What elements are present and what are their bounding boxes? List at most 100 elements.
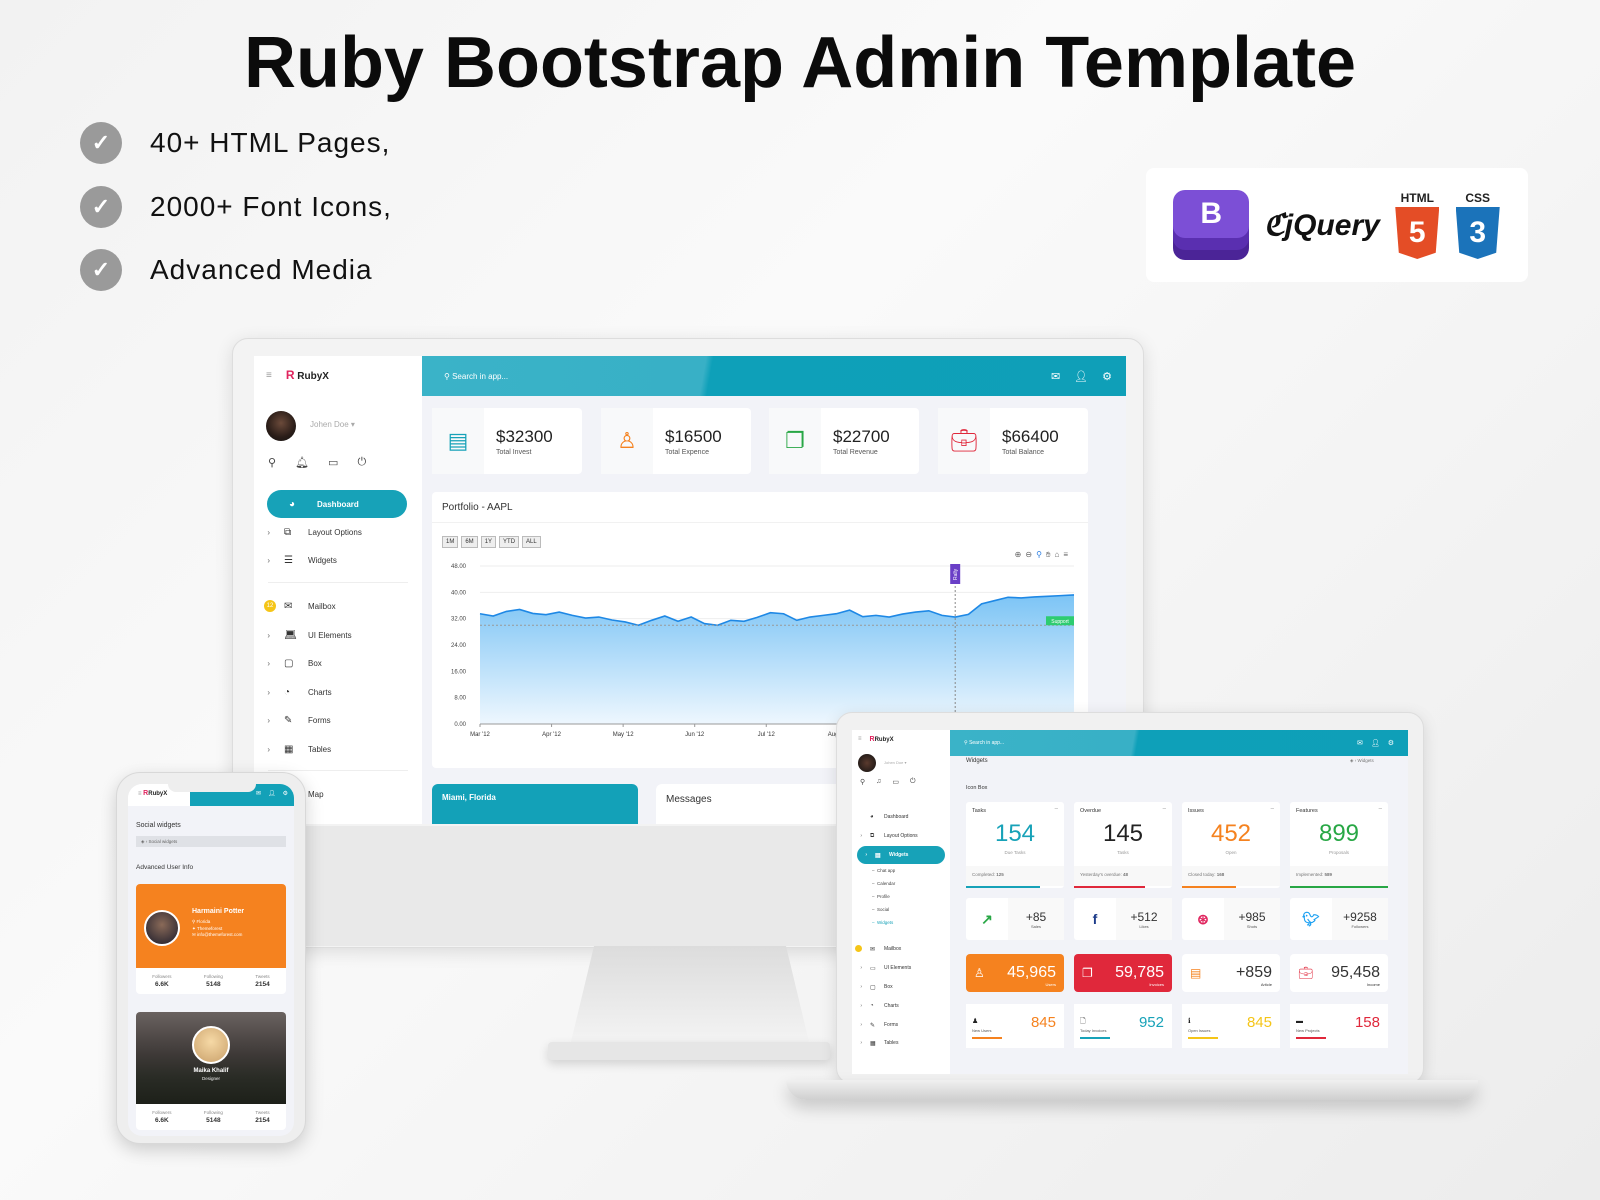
sidebar-item-ui-elements[interactable]: › 💻︎ UI Elements: [254, 624, 422, 646]
more-icon[interactable]: –: [1163, 806, 1166, 812]
y-tick-label: 16.00: [451, 669, 467, 675]
messages-card: Messages: [656, 784, 856, 824]
subnav-item[interactable]: – Chat app: [872, 868, 895, 873]
search-icon[interactable]: ⚲: [860, 778, 865, 786]
brand-logo[interactable]: R RubyX: [286, 368, 329, 382]
sidebar-item-mailbox[interactable]: ✉ Mailbox: [852, 942, 950, 956]
sidebar-item-mailbox[interactable]: 12 ✉ Mailbox: [254, 595, 422, 617]
brand-logo[interactable]: RRubyX: [870, 736, 894, 743]
more-icon[interactable]: –: [1271, 806, 1274, 812]
breadcrumb[interactable]: ◈ › Social widgets: [136, 836, 286, 847]
stat-card: 💼︎ $66400 Total Balance: [938, 408, 1088, 474]
feature-label: 2000+ Font Icons,: [150, 191, 392, 222]
chat-icon[interactable]: ▭: [892, 778, 899, 786]
sidebar-item-widgets[interactable]: › ☰ Widgets: [254, 549, 422, 571]
subnav-item[interactable]: – Calendar: [872, 881, 895, 886]
more-icon[interactable]: –: [1379, 806, 1382, 812]
big-stat-card: 💼︎ 95,458 Income: [1290, 954, 1388, 992]
sidebar-item-dashboard[interactable]: ◕ Dashboard: [267, 490, 407, 518]
breadcrumb[interactable]: ◈ › Widgets: [1350, 758, 1374, 764]
menu-icon[interactable]: ≡: [858, 736, 862, 743]
x-tick-label: Mar '12: [470, 732, 490, 738]
sidebar-item-box[interactable]: › ▢ Box: [254, 652, 422, 674]
avatar: [192, 1026, 230, 1064]
user-icon[interactable]: 👤︎: [1371, 739, 1380, 747]
x-tick-label: Apr '12: [542, 732, 561, 738]
sidebar-item-forms[interactable]: › ✎ Forms: [852, 1018, 950, 1032]
avatar: [144, 910, 180, 946]
mail-icon[interactable]: ✉: [1051, 370, 1060, 383]
brand-logo[interactable]: ≡ RRubyX: [138, 790, 167, 797]
mail-icon[interactable]: ✉: [1357, 739, 1363, 747]
y-tick-label: 48.00: [451, 564, 467, 570]
sidebar-item-tables[interactable]: › ▦ Tables: [254, 738, 422, 760]
user-icon[interactable]: 👤︎: [1074, 370, 1088, 383]
sidebar-item-charts[interactable]: › ◔ Charts: [852, 999, 950, 1013]
stat-card: ▤ $32300 Total Invest: [432, 408, 582, 474]
support-label: Support: [1051, 619, 1069, 625]
sidebar-item-layout-options[interactable]: › ⧉ Layout Options: [852, 829, 950, 843]
check-icon: ✓: [80, 249, 122, 291]
search-input[interactable]: ⚲ Search in app...: [964, 740, 1004, 746]
x-tick-label: Jun '12: [685, 732, 705, 738]
y-tick-label: 32.00: [451, 617, 467, 623]
avatar[interactable]: [266, 411, 296, 441]
sidebar-item-charts[interactable]: › ◔ Charts: [254, 681, 422, 703]
laptop-base: [786, 1080, 1478, 1100]
bell-icon[interactable]: ♫: [876, 778, 881, 786]
power-icon[interactable]: ⏻: [910, 778, 916, 786]
search-icon: ⚲: [444, 371, 453, 381]
user-role: Designer: [201, 1076, 220, 1081]
avatar[interactable]: [858, 754, 876, 772]
subnav-item[interactable]: – Profile: [872, 894, 890, 899]
sidebar-item-box[interactable]: › ▢ Box: [852, 980, 950, 994]
power-icon[interactable]: ⏻: [357, 456, 366, 469]
search-input[interactable]: ⚲ Search in app...: [444, 372, 508, 381]
sidebar-item-forms[interactable]: › ✎ Forms: [254, 709, 422, 731]
bell-icon[interactable]: 🔔︎: [295, 456, 309, 469]
y-tick-label: 24.00: [451, 643, 467, 649]
pie-chart-icon: ◔: [284, 686, 291, 698]
search-icon[interactable]: ⚲: [268, 456, 276, 469]
gear-icon[interactable]: ⚙: [1102, 370, 1112, 383]
user-profile-card: Maika Khalif Designer Followers 6.6K Follo…: [136, 1012, 286, 1130]
user-name: Maika Khalif: [193, 1068, 229, 1074]
sidebar-item-dashboard[interactable]: ◕ Dashboard: [852, 810, 950, 824]
progress-bar: [1074, 886, 1145, 888]
sidebar-item-tables[interactable]: › ▦ Tables: [852, 1036, 950, 1050]
user-name-dropdown[interactable]: Johen Doe ▾: [310, 420, 355, 429]
gear-icon[interactable]: ⚙: [283, 790, 288, 797]
user-name: Harmaini Potter: [192, 908, 245, 915]
more-icon[interactable]: –: [1055, 806, 1058, 812]
user-info-card: Harmaini Potter ⚲ Florida ✦ Themeforest ✉ …: [136, 884, 286, 994]
big-stat-card: ♙ 45,965 Users: [966, 954, 1064, 992]
mini-stat-card: ♟ 845 New Users: [966, 1004, 1064, 1048]
big-stat-card: ▤ +859 Article: [1182, 954, 1280, 992]
page-title: Widgets: [966, 758, 988, 764]
sidebar-item-ui-elements[interactable]: › ▭ UI Elements: [852, 961, 950, 975]
feature-label: 40+ HTML Pages,: [150, 127, 391, 158]
subnav-item-active[interactable]: – Widgets: [872, 920, 893, 925]
tech-logos-panel: B ℭjQuery HTML 5 CSS 3: [1146, 168, 1528, 282]
laptop-icon: 💻︎: [284, 629, 297, 641]
info-icon: ℹ: [1188, 1018, 1191, 1025]
briefcase-icon: 💼︎: [1298, 966, 1314, 980]
progress-bar: [1182, 886, 1236, 888]
dribbble-icon: ⊛: [1197, 910, 1209, 927]
stat-card: ♙ $16500 Total Expence: [601, 408, 751, 474]
subnav-item[interactable]: – Social: [872, 907, 889, 912]
user-name-dropdown[interactable]: Johen Doe ▾: [884, 760, 906, 765]
progress-bar: [966, 886, 1040, 888]
sidebar-item-layout-options[interactable]: › ⧉ Layout Options: [254, 521, 422, 543]
mail-icon[interactable]: ✉: [256, 790, 261, 797]
gear-icon[interactable]: ⚙: [1388, 739, 1394, 747]
files-icon: ❐: [769, 408, 821, 474]
mail-icon: ✉: [284, 600, 293, 612]
menu-icon[interactable]: ≡: [266, 370, 272, 381]
chat-icon[interactable]: ▭: [328, 456, 338, 469]
mini-stat-card: ℹ 845 Open Issues: [1182, 1004, 1280, 1048]
feature-item: ✓ Advanced Media: [80, 249, 373, 291]
user-icon[interactable]: 👤︎: [268, 790, 276, 797]
x-tick-label: Jul '12: [758, 732, 776, 738]
sidebar-item-widgets[interactable]: › ▤ Widgets: [857, 846, 945, 864]
